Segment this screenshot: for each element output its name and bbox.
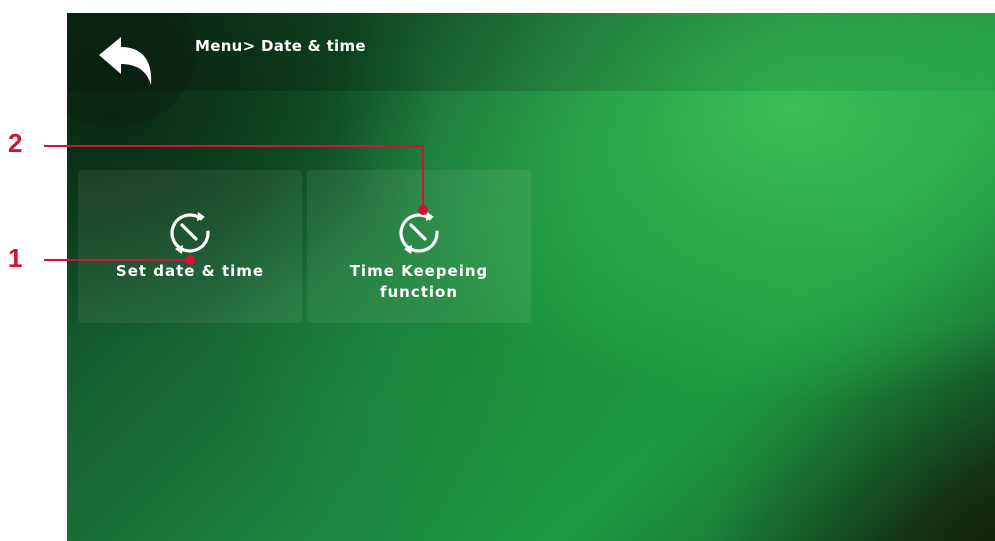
back-button[interactable] [95, 33, 159, 91]
back-arrow-icon [99, 37, 152, 85]
callout-number-2: 2 [8, 128, 23, 158]
tile-label: Time Keepeing function [349, 262, 489, 301]
time-keeping-function-tile[interactable]: Time Keepeing function [307, 170, 531, 323]
breadcrumb: Menu> Date & time [195, 37, 366, 55]
screen: Menu> Date & time Set date & time Time K… [67, 13, 995, 541]
clock-sync-icon [170, 212, 210, 254]
set-date-time-tile[interactable]: Set date & time [78, 170, 302, 323]
callout-number-1: 1 [8, 243, 23, 273]
clock-sync-icon [399, 212, 439, 254]
tile-label: Set date & time [115, 262, 265, 280]
